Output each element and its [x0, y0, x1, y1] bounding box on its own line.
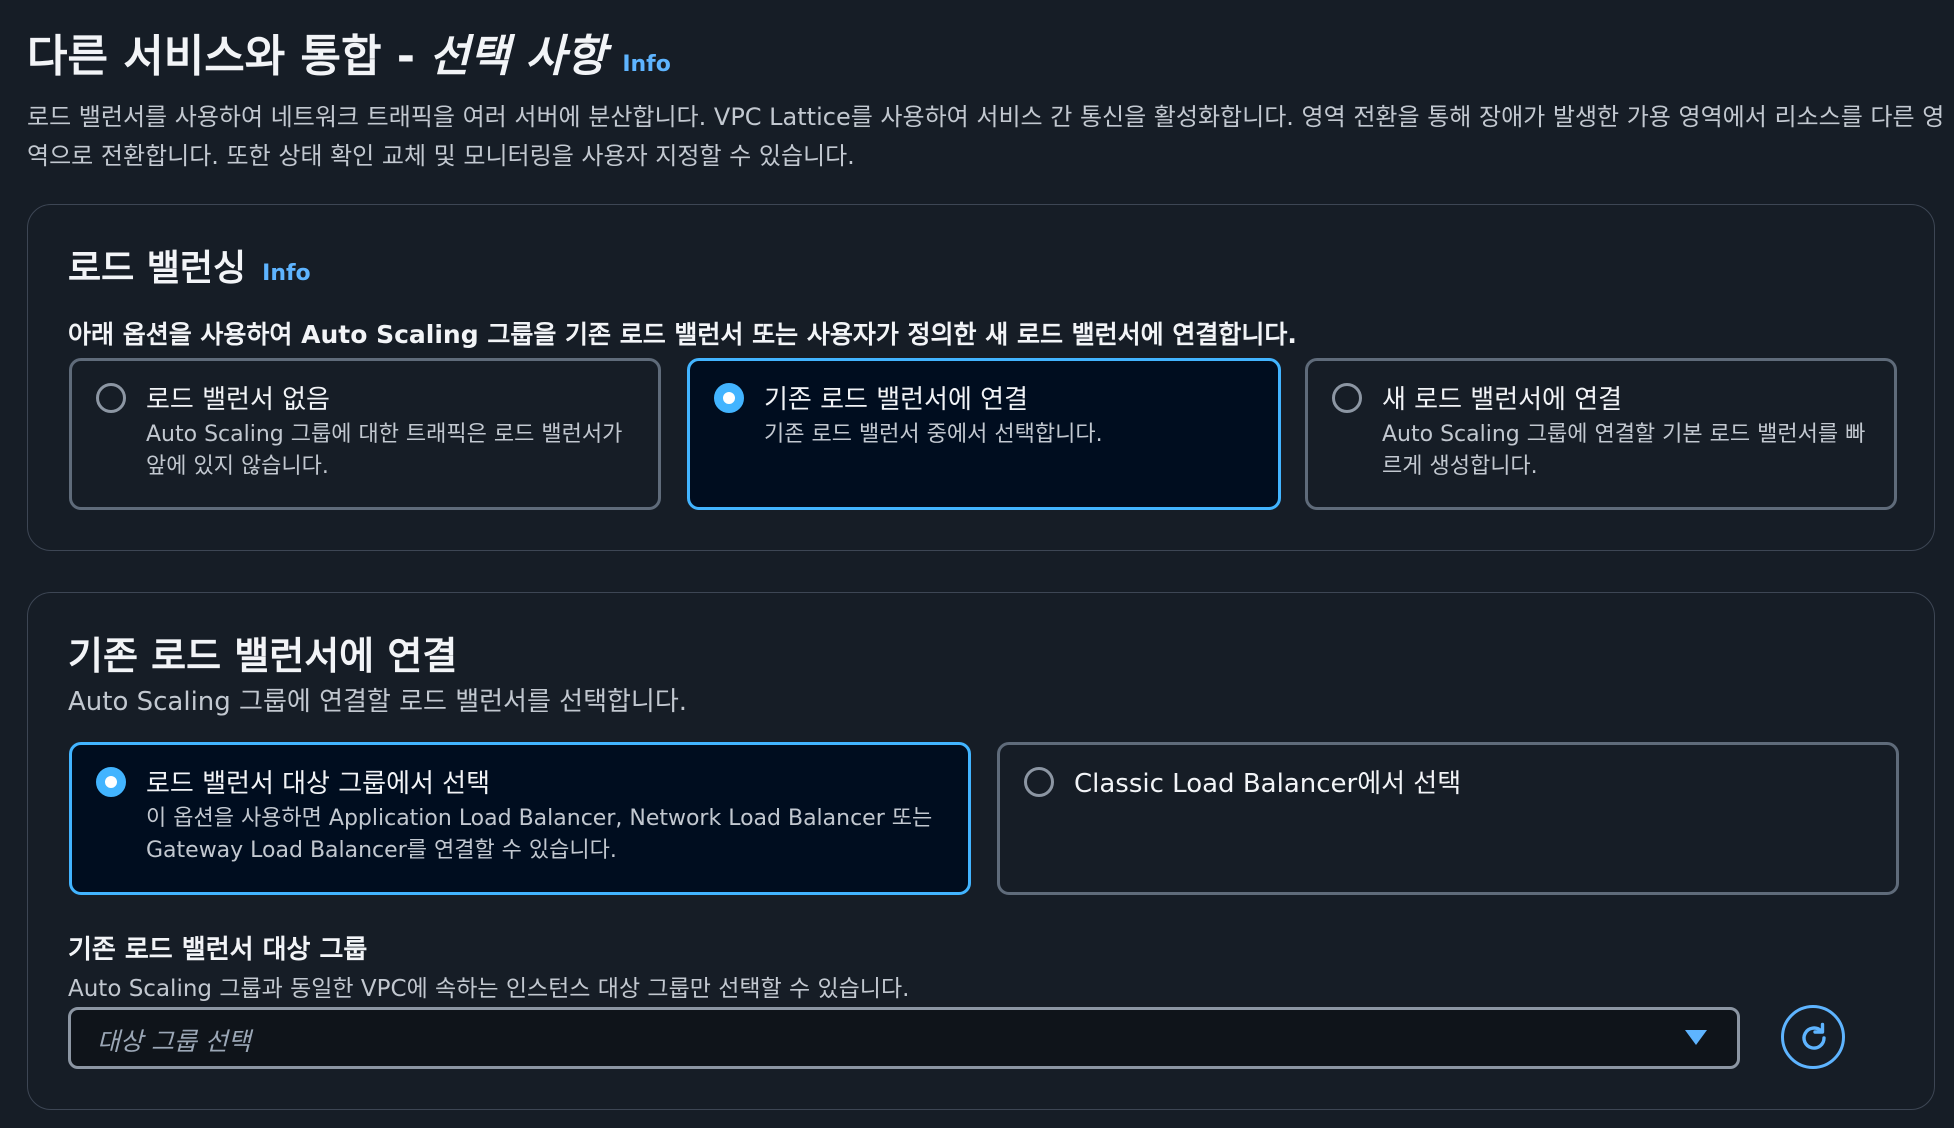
target-group-select-placeholder: 대상 그룹 선택	[97, 1027, 251, 1056]
option-label: 기존 로드 밸런서에 연결	[764, 385, 1028, 415]
attach-existing-title: 기존 로드 밸런서에 연결	[68, 634, 458, 678]
page-description: 로드 밸런서를 사용하여 네트워크 트래픽을 여러 서버에 분산합니다. VPC…	[27, 103, 1945, 170]
radio-icon[interactable]	[1024, 767, 1054, 797]
refresh-button[interactable]	[1781, 1005, 1845, 1069]
load-balancing-title: 로드 밸런싱 Info	[68, 239, 311, 291]
radio-icon[interactable]	[96, 767, 126, 797]
option-description: 기존 로드 밸런서 중에서 선택합니다.	[764, 422, 1103, 447]
radio-icon[interactable]	[714, 383, 744, 413]
radio-icon[interactable]	[96, 383, 126, 413]
load-balancing-card: 로드 밸런싱 Info 아래 옵션을 사용하여 Auto Scaling 그룹을…	[27, 204, 1935, 551]
option-classic-load-balancer[interactable]: Classic Load Balancer에서 선택	[997, 742, 1899, 895]
page-title-optional: 선택 사항	[429, 31, 607, 82]
target-group-field-label: 기존 로드 밸런서 대상 그룹	[68, 935, 368, 965]
option-description: 이 옵션을 사용하면 Application Load Balancer, Ne…	[146, 806, 933, 863]
option-description: Auto Scaling 그룹에 연결할 기본 로드 밸런서를 빠르게 생성합니…	[1382, 422, 1866, 479]
chevron-down-icon	[1685, 1030, 1707, 1045]
integration-page: 다른 서비스와 통합 - 선택 사항 Info 로드 밸런서를 사용하여 네트워…	[0, 0, 1954, 1128]
option-label: 로드 밸런서 없음	[146, 385, 330, 415]
page-title-text: 다른 서비스와 통합 -	[27, 31, 416, 82]
attach-existing-card: 기존 로드 밸런서에 연결 Auto Scaling 그룹에 연결할 로드 밸런…	[27, 592, 1935, 1110]
refresh-icon	[1802, 1022, 1826, 1050]
option-label: Classic Load Balancer에서 선택	[1074, 769, 1462, 799]
load-balancing-info-link[interactable]: Info	[262, 261, 311, 286]
target-group-field-hint: Auto Scaling 그룹과 동일한 VPC에 속하는 인스턴스 대상 그룹…	[68, 976, 910, 1002]
attach-existing-subtitle: Auto Scaling 그룹에 연결할 로드 밸런서를 선택합니다.	[68, 687, 688, 717]
info-link[interactable]: Info	[622, 52, 671, 77]
option-no-load-balancer[interactable]: 로드 밸런서 없음 Auto Scaling 그룹에 대한 트래픽은 로드 밸런…	[69, 358, 661, 510]
radio-icon[interactable]	[1332, 383, 1362, 413]
page-title: 다른 서비스와 통합 - 선택 사항 Info	[27, 20, 1947, 84]
option-attach-existing-load-balancer[interactable]: 기존 로드 밸런서에 연결 기존 로드 밸런서 중에서 선택합니다.	[687, 358, 1281, 510]
target-group-select[interactable]: 대상 그룹 선택	[68, 1007, 1740, 1069]
option-label: 로드 밸런서 대상 그룹에서 선택	[146, 769, 491, 799]
option-label: 새 로드 밸런서에 연결	[1382, 385, 1623, 415]
option-target-group[interactable]: 로드 밸런서 대상 그룹에서 선택 이 옵션을 사용하면 Application…	[69, 742, 971, 895]
option-description: Auto Scaling 그룹에 대한 트래픽은 로드 밸런서가 앞에 있지 않…	[146, 422, 623, 479]
load-balancing-title-text: 로드 밸런싱	[68, 248, 247, 289]
section-header: 다른 서비스와 통합 - 선택 사항 Info 로드 밸런서를 사용하여 네트워…	[27, 20, 1947, 176]
load-balancing-instruction: 아래 옵션을 사용하여 Auto Scaling 그룹을 기존 로드 밸런서 또…	[68, 320, 1297, 349]
option-attach-new-load-balancer[interactable]: 새 로드 밸런서에 연결 Auto Scaling 그룹에 연결할 기본 로드 …	[1305, 358, 1897, 510]
